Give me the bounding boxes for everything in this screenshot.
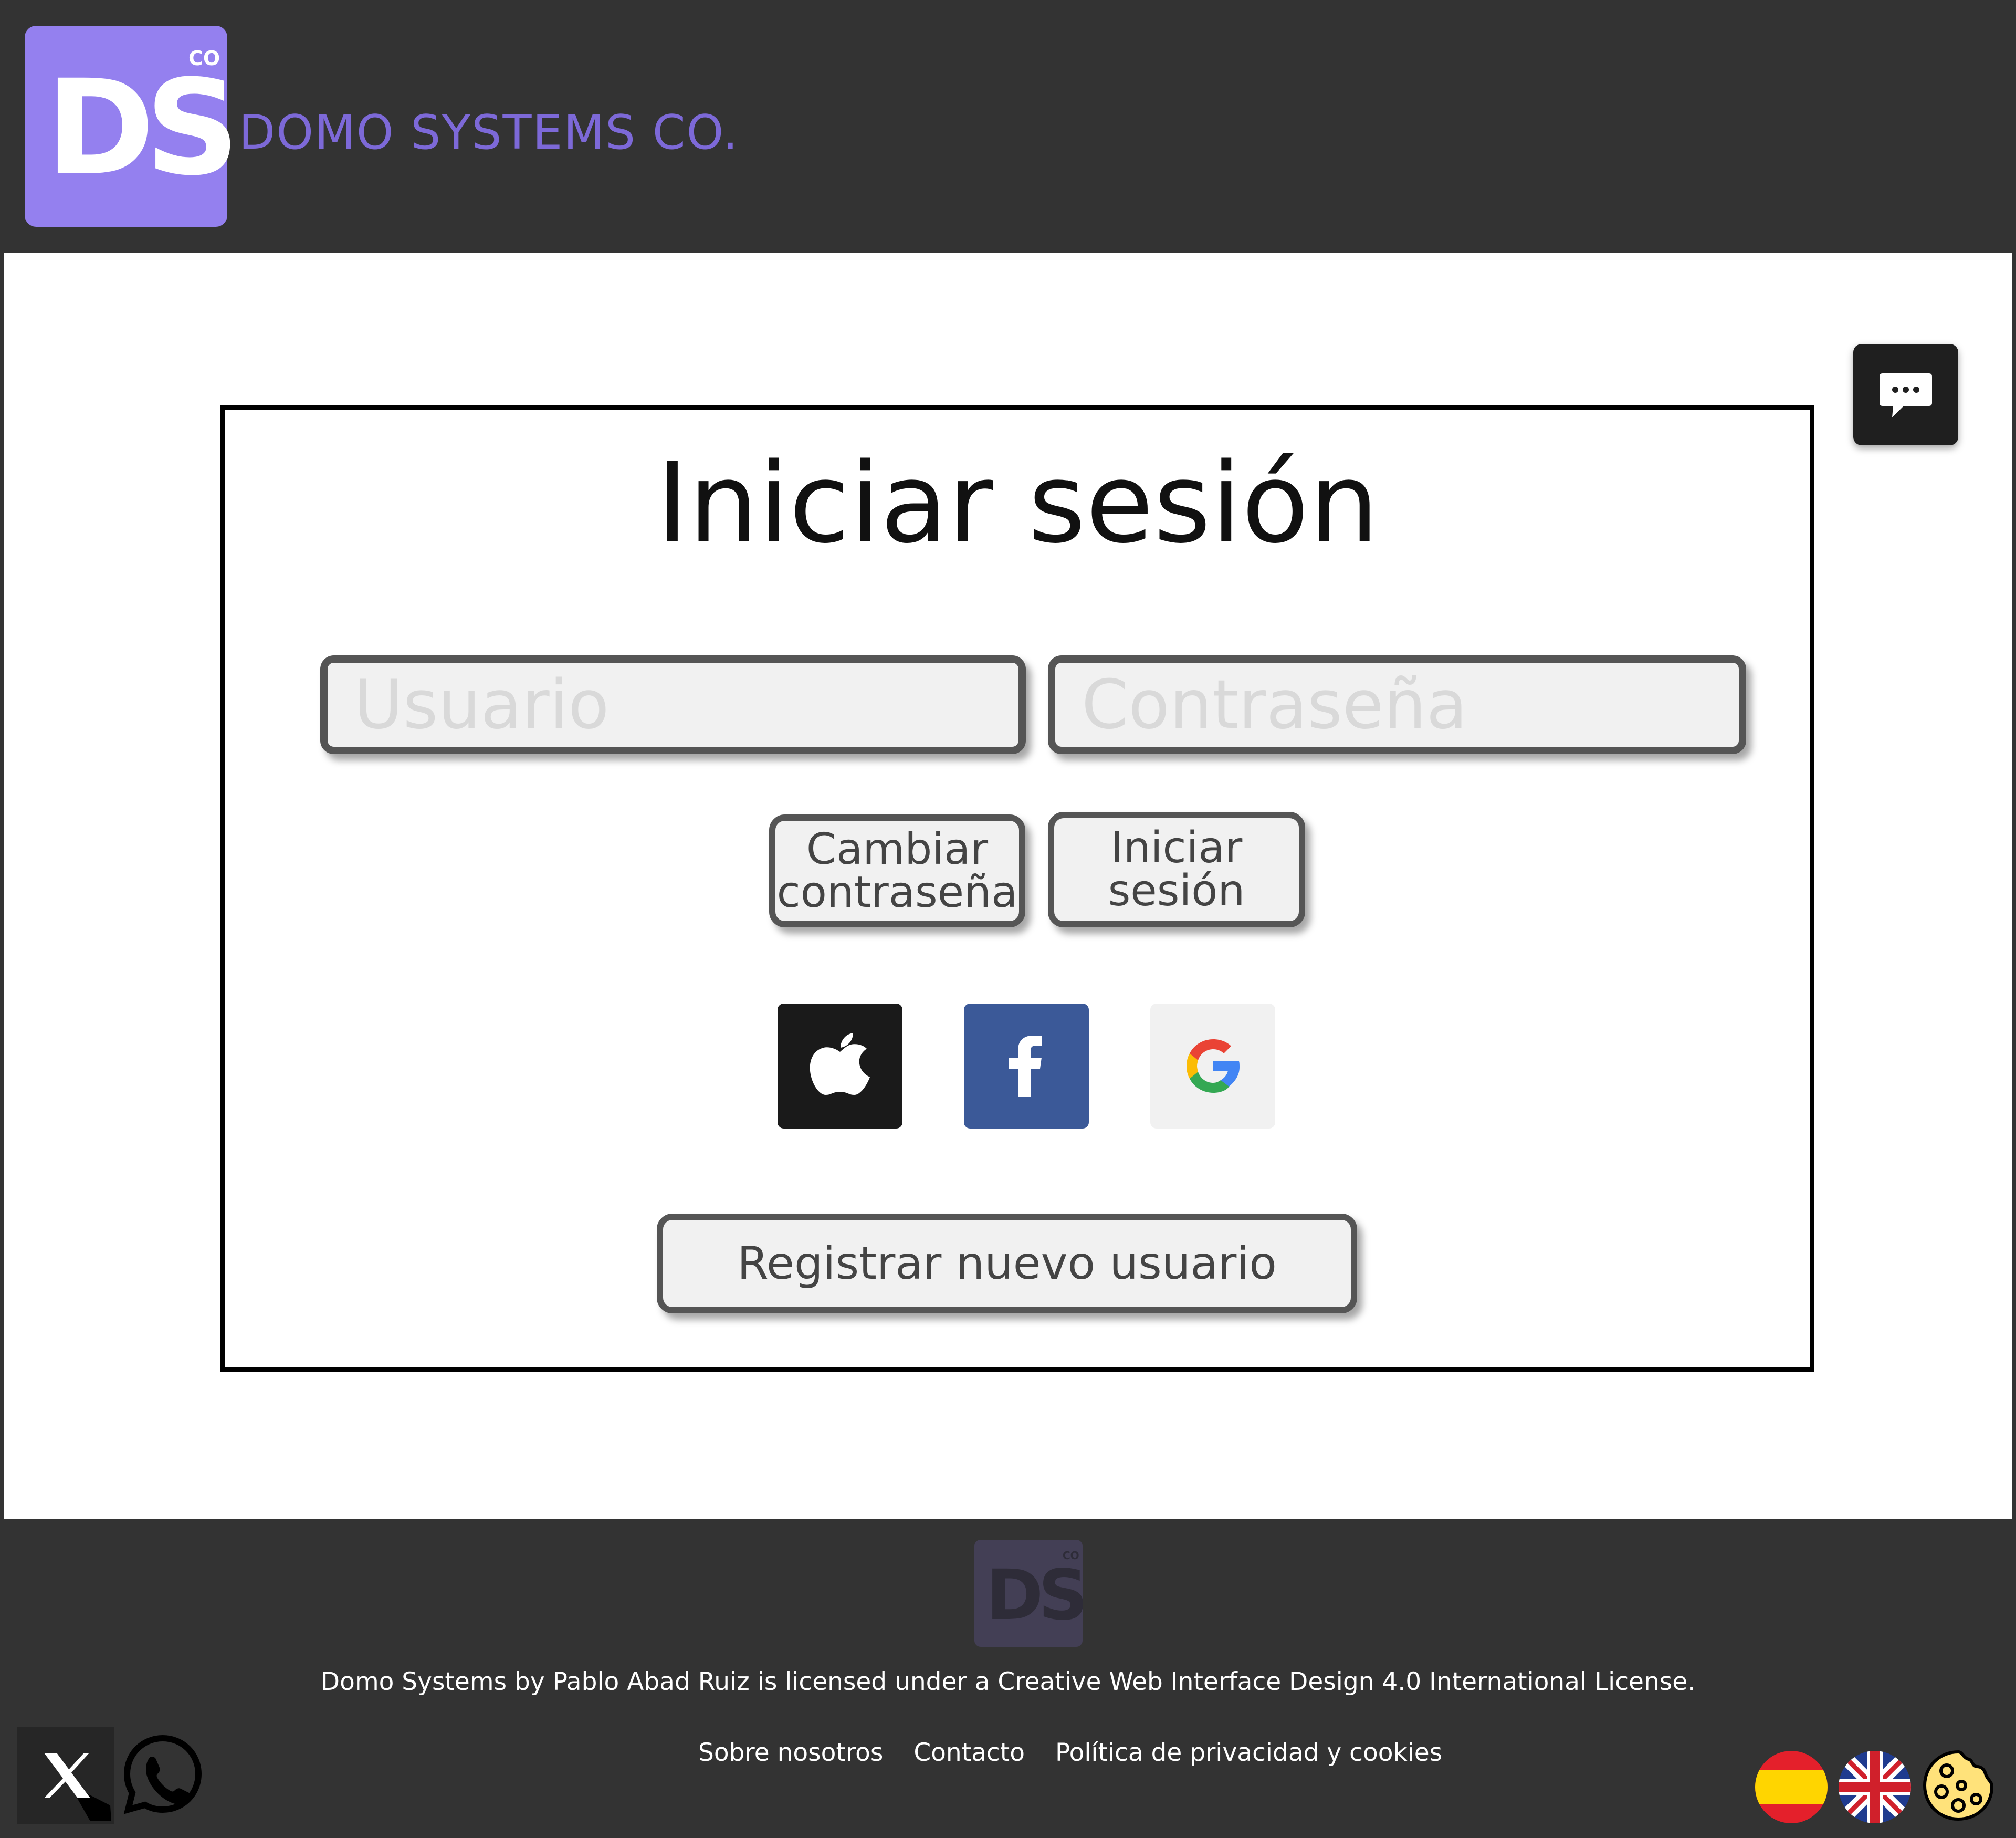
footer-link-about[interactable]: Sobre nosotros <box>698 1738 883 1767</box>
register-button[interactable]: Registrar nuevo usuario <box>657 1214 1357 1313</box>
username-input[interactable] <box>320 655 1026 754</box>
brand-name: DOMO SYSTEMS CO. <box>239 105 739 160</box>
login-button[interactable]: Iniciar sesión <box>1048 812 1305 927</box>
facebook-login-button[interactable] <box>964 1004 1089 1129</box>
apple-icon <box>810 1033 870 1095</box>
chat-button[interactable] <box>1853 344 1958 445</box>
logo[interactable]: DS CO <box>25 26 240 227</box>
whatsapp-social-button[interactable] <box>122 1733 204 1815</box>
cookie-icon <box>1923 1750 1994 1821</box>
footer-logo[interactable]: DS CO <box>974 1540 1088 1647</box>
logo-text: DS <box>46 51 240 204</box>
facebook-icon <box>1009 1036 1042 1097</box>
change-password-button[interactable]: Cambiar contraseña <box>769 814 1025 927</box>
uk-flag-icon <box>1839 1751 1911 1823</box>
spain-flag-button[interactable] <box>1755 1751 1828 1823</box>
footer-logo-text: DS <box>986 1555 1088 1636</box>
license-text: Domo Systems by Pablo Abad Ruiz is licen… <box>320 1667 1696 1696</box>
footer-links: Sobre nosotros Contacto Política de priv… <box>698 1738 1442 1767</box>
footer-link-contact[interactable]: Contacto <box>914 1738 1025 1767</box>
password-input[interactable] <box>1048 655 1746 754</box>
page-title: Iniciar sesión <box>656 439 1379 568</box>
x-social-button[interactable] <box>17 1727 114 1824</box>
spain-flag-icon <box>1755 1751 1828 1823</box>
x-icon <box>44 1753 111 1821</box>
uk-flag-button[interactable] <box>1839 1751 1911 1823</box>
footer-link-privacy[interactable]: Política de privacidad y cookies <box>1055 1738 1442 1767</box>
login-card: Iniciar sesión Cambiar contraseña Inicia… <box>220 405 1814 1372</box>
footer-logo-superscript: CO <box>1063 1549 1079 1562</box>
cookie-settings-button[interactable] <box>1922 1749 1995 1822</box>
header: DS CO DOMO SYSTEMS CO. <box>0 0 2016 253</box>
apple-login-button[interactable] <box>778 1004 902 1129</box>
whatsapp-icon <box>123 1735 202 1814</box>
logo-superscript: CO <box>188 47 220 70</box>
google-login-button[interactable] <box>1150 1004 1275 1129</box>
google-icon <box>1186 1039 1240 1093</box>
chat-bubble-icon <box>1880 373 1932 417</box>
